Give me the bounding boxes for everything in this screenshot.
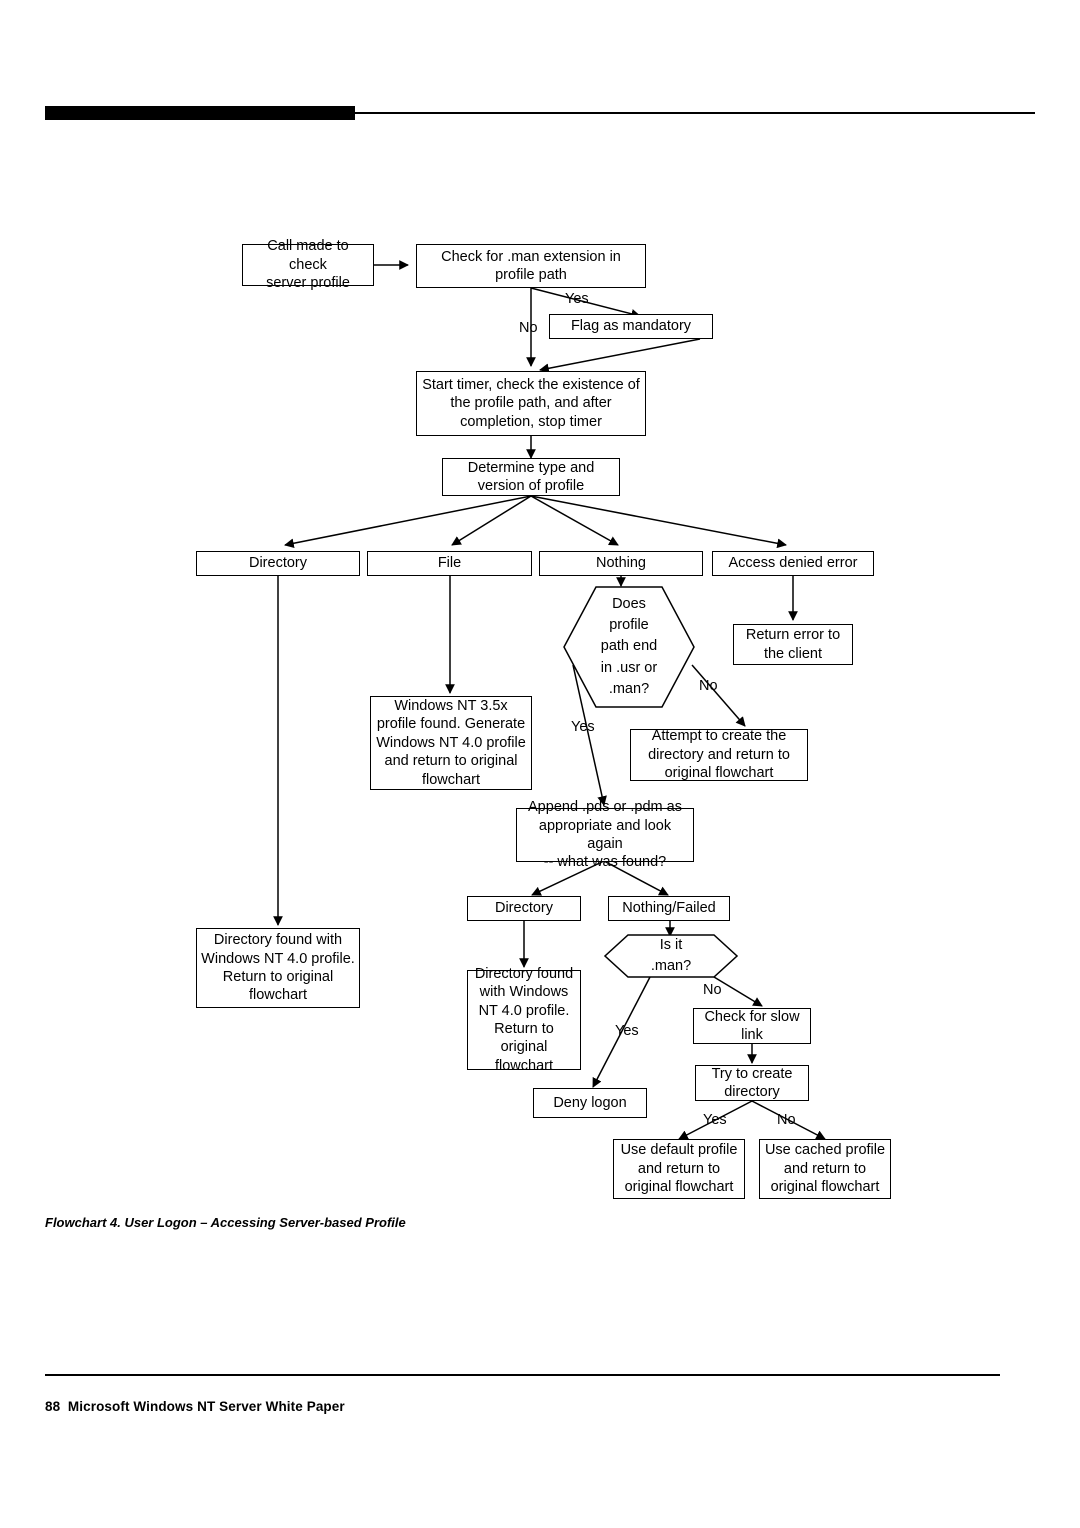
flowchart-diagram: Call made to check server profile Check … [0,0,1080,1528]
footer-rule [45,1374,1000,1376]
flowchart-edges [273,260,826,1140]
decision-does-profile-path-end: Does profile path end in .usr or .man? [563,586,695,708]
node-check-for-man-extension: Check for .man extension in profile path [416,244,646,288]
edge-label-is-man-no: No [703,982,722,998]
node-directory-second: Directory [467,896,581,921]
node-nothing: Nothing [539,551,703,576]
figure-caption: Flowchart 4. User Logon – Accessing Serv… [45,1215,406,1230]
node-windows-nt-35x-profile-found: Windows NT 3.5x profile found. Generate … [370,696,532,790]
decision-is-it-man: Is it .man? [604,934,738,978]
node-append-pds-or-pdm: Append .pds or .pdm as appropriate and l… [516,799,694,870]
node-directory: Directory [196,551,360,576]
node-access-denied-error: Access denied error [712,551,874,576]
node-file: File [367,551,532,576]
node-nothing-failed: Nothing/Failed [608,896,730,921]
node-start-timer: Start timer, check the existence of the … [416,371,646,436]
edge-label-path-end-no: No [699,678,718,694]
node-use-default-profile: Use default profile and return to origin… [613,1139,745,1199]
edge-label-is-man-yes: Yes [615,1023,639,1039]
node-use-cached-profile: Use cached profile and return to origina… [759,1139,891,1199]
edge-label-try-create-yes: Yes [703,1112,727,1128]
node-attempt-to-create-directory: Attempt to create the directory and retu… [630,728,808,781]
node-call-made-to-check-server-profile: Call made to check server profile [242,238,374,291]
footer-text: 88 Microsoft Windows NT Server White Pap… [45,1399,345,1414]
node-try-to-create-directory: Try to create directory [695,1065,809,1101]
node-deny-logon: Deny logon [533,1088,647,1118]
edge-label-check-man-yes: Yes [565,291,589,307]
node-return-error-to-the-client: Return error to the client [733,624,853,665]
node-directory-found-with-nt40-mid: Directory found with Windows NT 4.0 prof… [467,966,581,1074]
node-directory-found-with-nt40-left: Directory found with Windows NT 4.0 prof… [196,928,360,1008]
node-check-for-slow-link: Check for slow link [693,1008,811,1044]
decision-label: Does profile path end in .usr or .man? [600,596,658,697]
node-determine-type-and-version: Determine type and version of profile [442,458,620,496]
edge-label-check-man-no: No [519,320,538,336]
node-flag-as-mandatory: Flag as mandatory [549,314,713,339]
edge-label-try-create-no: No [777,1112,796,1128]
edge-label-path-end-yes: Yes [571,719,595,735]
decision-label: Is it .man? [650,936,692,974]
